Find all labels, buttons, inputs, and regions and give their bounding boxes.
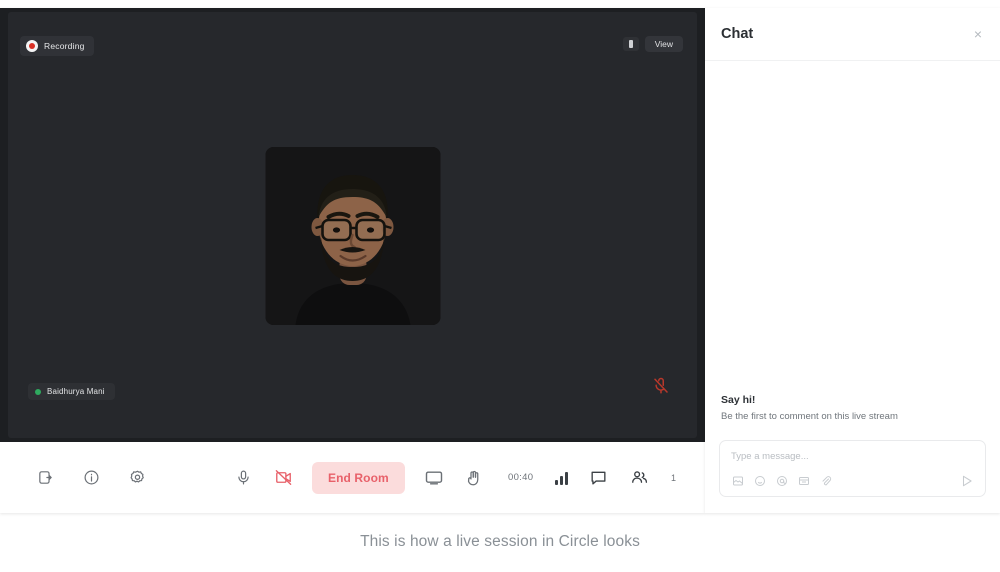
live-session-screenshot: Recording View Baidhurya Mani End Room 0… <box>0 0 1000 572</box>
view-switcher[interactable]: View <box>622 36 683 52</box>
chat-header: Chat × <box>705 8 1000 61</box>
view-label[interactable]: View <box>644 36 683 52</box>
composer-toolbar <box>731 474 974 488</box>
stage-column: Recording View Baidhurya Mani End Room 0… <box>0 8 705 513</box>
chat-empty-subtext: Be the first to comment on this live str… <box>721 411 898 422</box>
recording-label: Recording <box>44 41 85 51</box>
live-room-window: Recording View Baidhurya Mani End Room 0… <box>0 8 1000 513</box>
person-add-icon[interactable] <box>34 467 56 489</box>
message-input[interactable]: Type a message... <box>731 451 974 462</box>
composer-tools <box>731 475 832 488</box>
toolbar-center-group: End Room <box>232 461 485 494</box>
video-stage: Recording View Baidhurya Mani <box>0 8 705 442</box>
record-dot-icon <box>26 40 38 52</box>
chat-empty-state: Say hi! Be the first to comment on this … <box>705 394 1000 428</box>
stage-muted-mic-icon <box>652 377 670 400</box>
layout-icon <box>622 37 639 51</box>
info-icon[interactable] <box>80 467 102 489</box>
chat-panel: Chat × Say hi! Be the first to comment o… <box>705 8 1000 513</box>
chat-empty-heading: Say hi! <box>721 394 756 406</box>
gif-icon[interactable] <box>797 475 810 488</box>
end-room-button[interactable]: End Room <box>312 461 405 494</box>
chat-composer[interactable]: Type a message... <box>719 440 986 497</box>
signal-bars-icon <box>555 471 568 485</box>
participant-count: 1 <box>671 472 677 483</box>
recording-badge: Recording <box>20 36 94 56</box>
toolbar-left-group <box>34 467 148 489</box>
image-icon[interactable] <box>731 475 744 488</box>
people-icon[interactable] <box>628 467 650 489</box>
screen-share-icon[interactable] <box>423 467 445 489</box>
participant-name-label: Baidhurya Mani <box>47 387 105 396</box>
chat-message-list <box>705 61 1000 394</box>
participant-name-badge: Baidhurya Mani <box>28 383 115 400</box>
close-icon[interactable]: × <box>974 27 982 41</box>
emoji-icon[interactable] <box>753 475 766 488</box>
send-icon[interactable] <box>960 474 974 488</box>
session-timer: 00:40 <box>508 472 534 483</box>
participant-avatar <box>265 147 440 325</box>
video-off-icon[interactable] <box>272 467 294 489</box>
raise-hand-icon[interactable] <box>463 467 485 489</box>
toolbar-right-group: 00:40 1 <box>508 467 676 489</box>
avatar-photo <box>265 147 440 325</box>
chat-bubble-icon[interactable] <box>587 467 609 489</box>
gear-icon[interactable] <box>126 467 148 489</box>
chat-title: Chat <box>721 26 754 42</box>
page-caption: This is how a live session in Circle loo… <box>360 533 640 550</box>
at-mention-icon[interactable] <box>775 475 788 488</box>
online-status-icon <box>35 388 41 395</box>
microphone-icon[interactable] <box>232 467 254 489</box>
paperclip-icon[interactable] <box>819 475 832 488</box>
room-toolbar: End Room 00:40 1 <box>0 442 705 513</box>
